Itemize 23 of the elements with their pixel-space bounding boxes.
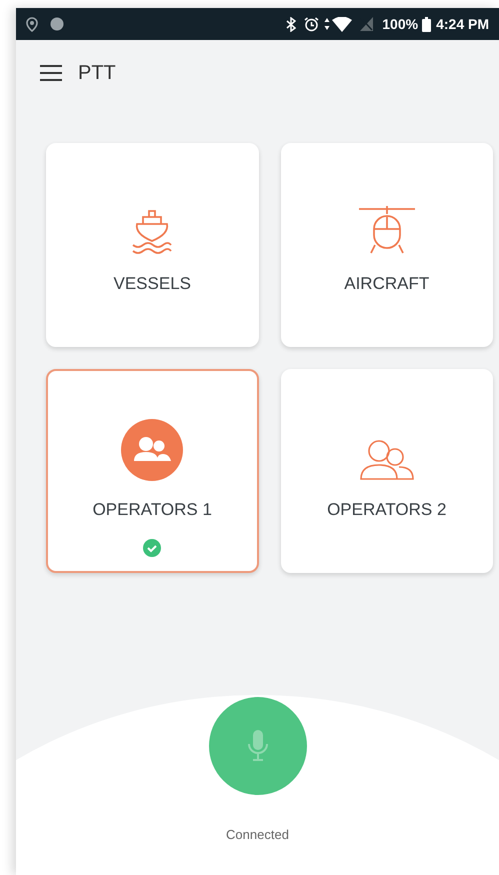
check-icon xyxy=(143,538,162,556)
group-card[interactable]: AIRCRAFT xyxy=(280,143,493,347)
connection-status: Connected xyxy=(226,826,289,844)
alarm-icon xyxy=(304,16,320,32)
clock-time: 4:24 PM xyxy=(436,14,489,34)
group-card[interactable]: OPERATORS 2 xyxy=(280,369,493,573)
no-signal-icon xyxy=(360,17,374,31)
app-title: PTT xyxy=(78,60,116,86)
people-icon xyxy=(121,419,184,481)
location-pin-icon xyxy=(26,16,38,32)
wifi-icon xyxy=(332,16,352,32)
battery-icon xyxy=(422,16,432,32)
helicopter-icon xyxy=(356,205,417,256)
ship-icon xyxy=(132,209,172,256)
group-card[interactable]: OPERATORS 1 xyxy=(46,369,258,573)
circle-icon xyxy=(50,17,64,31)
data-arrows-icon xyxy=(324,17,330,31)
people-icon xyxy=(358,439,415,482)
menu-icon[interactable] xyxy=(40,64,62,82)
microphone-icon xyxy=(246,729,268,763)
battery-percentage: 100% xyxy=(382,14,418,34)
bluetooth-icon xyxy=(286,16,296,32)
group-card[interactable]: VESSELS xyxy=(46,143,258,347)
